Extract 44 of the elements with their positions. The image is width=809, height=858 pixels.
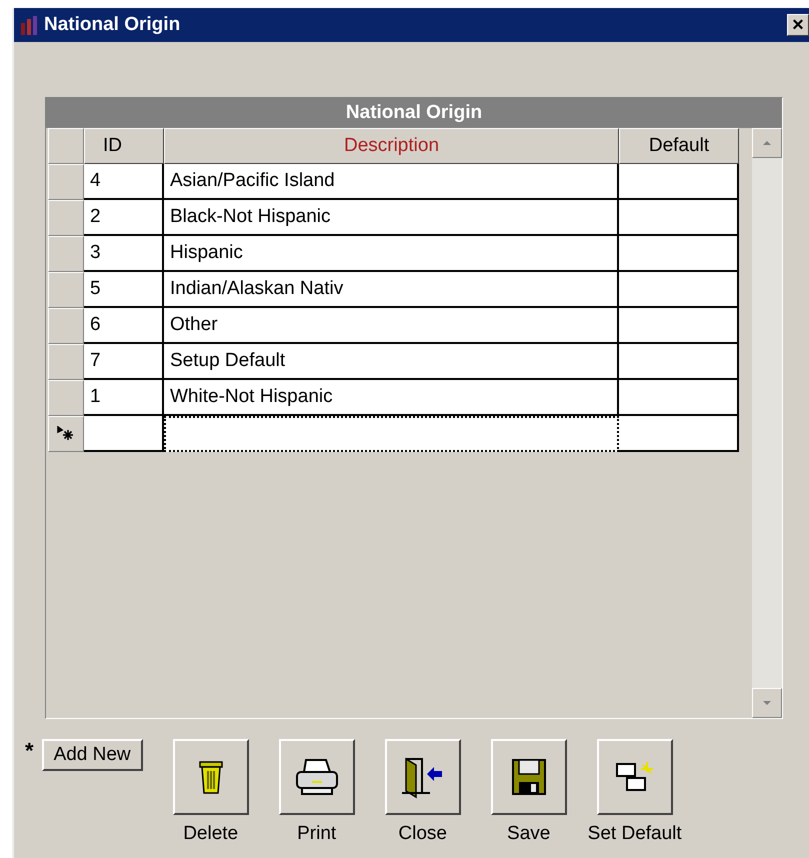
- table-cell: Hispanic: [164, 236, 619, 272]
- button-label: Save: [507, 823, 550, 845]
- scrollbar[interactable]: [752, 128, 782, 718]
- close-button[interactable]: ×: [787, 14, 809, 36]
- row-selector[interactable]: [48, 416, 84, 452]
- table-cell: 1: [84, 380, 164, 416]
- button-label: Print: [297, 823, 336, 845]
- row-selector-header: [48, 128, 84, 164]
- toolbar-button[interactable]: [172, 739, 249, 815]
- table-cell: Black-Not Hispanic: [164, 200, 619, 236]
- bar-chart-icon: [18, 14, 40, 36]
- table-cell: 6: [84, 308, 164, 344]
- button-label: Delete: [183, 823, 238, 845]
- button-label: Close: [398, 823, 447, 845]
- table-cell: 5: [84, 272, 164, 308]
- new-row-icon: [57, 426, 75, 442]
- scroll-up-button[interactable]: [752, 128, 782, 158]
- trash-icon: [198, 759, 224, 795]
- new-row-marker: *: [25, 739, 34, 763]
- table-cell: Asian/Pacific Island: [164, 164, 619, 200]
- table-cell: Setup Default: [164, 344, 619, 380]
- down-arrow-icon: [762, 700, 772, 706]
- window-title: National Origin: [44, 14, 182, 36]
- table-cell: White-Not Hispanic: [164, 380, 619, 416]
- column-header[interactable]: Description: [164, 128, 619, 164]
- toolbar-button[interactable]: [384, 739, 461, 815]
- add-new-button[interactable]: Add New: [42, 739, 143, 771]
- grid-caption: National Origin: [46, 98, 782, 128]
- table-cell: 7: [84, 344, 164, 380]
- column-header[interactable]: ID: [84, 128, 164, 164]
- table-cell: 2: [84, 200, 164, 236]
- up-arrow-icon: [762, 140, 772, 146]
- toolbar-button[interactable]: [596, 739, 673, 815]
- set-default-icon: [614, 760, 655, 794]
- printer-icon: [294, 758, 340, 796]
- table-cell: 4: [84, 164, 164, 200]
- button-label: Set Default: [588, 823, 682, 845]
- column-header[interactable]: Default: [619, 128, 739, 164]
- scroll-down-button[interactable]: [752, 688, 782, 718]
- toolbar-button[interactable]: [490, 739, 567, 815]
- table-cell: Indian/Alaskan Nativ: [164, 272, 619, 308]
- table-cell: Other: [164, 308, 619, 344]
- table-cell: 3: [84, 236, 164, 272]
- toolbar-button[interactable]: [278, 739, 355, 815]
